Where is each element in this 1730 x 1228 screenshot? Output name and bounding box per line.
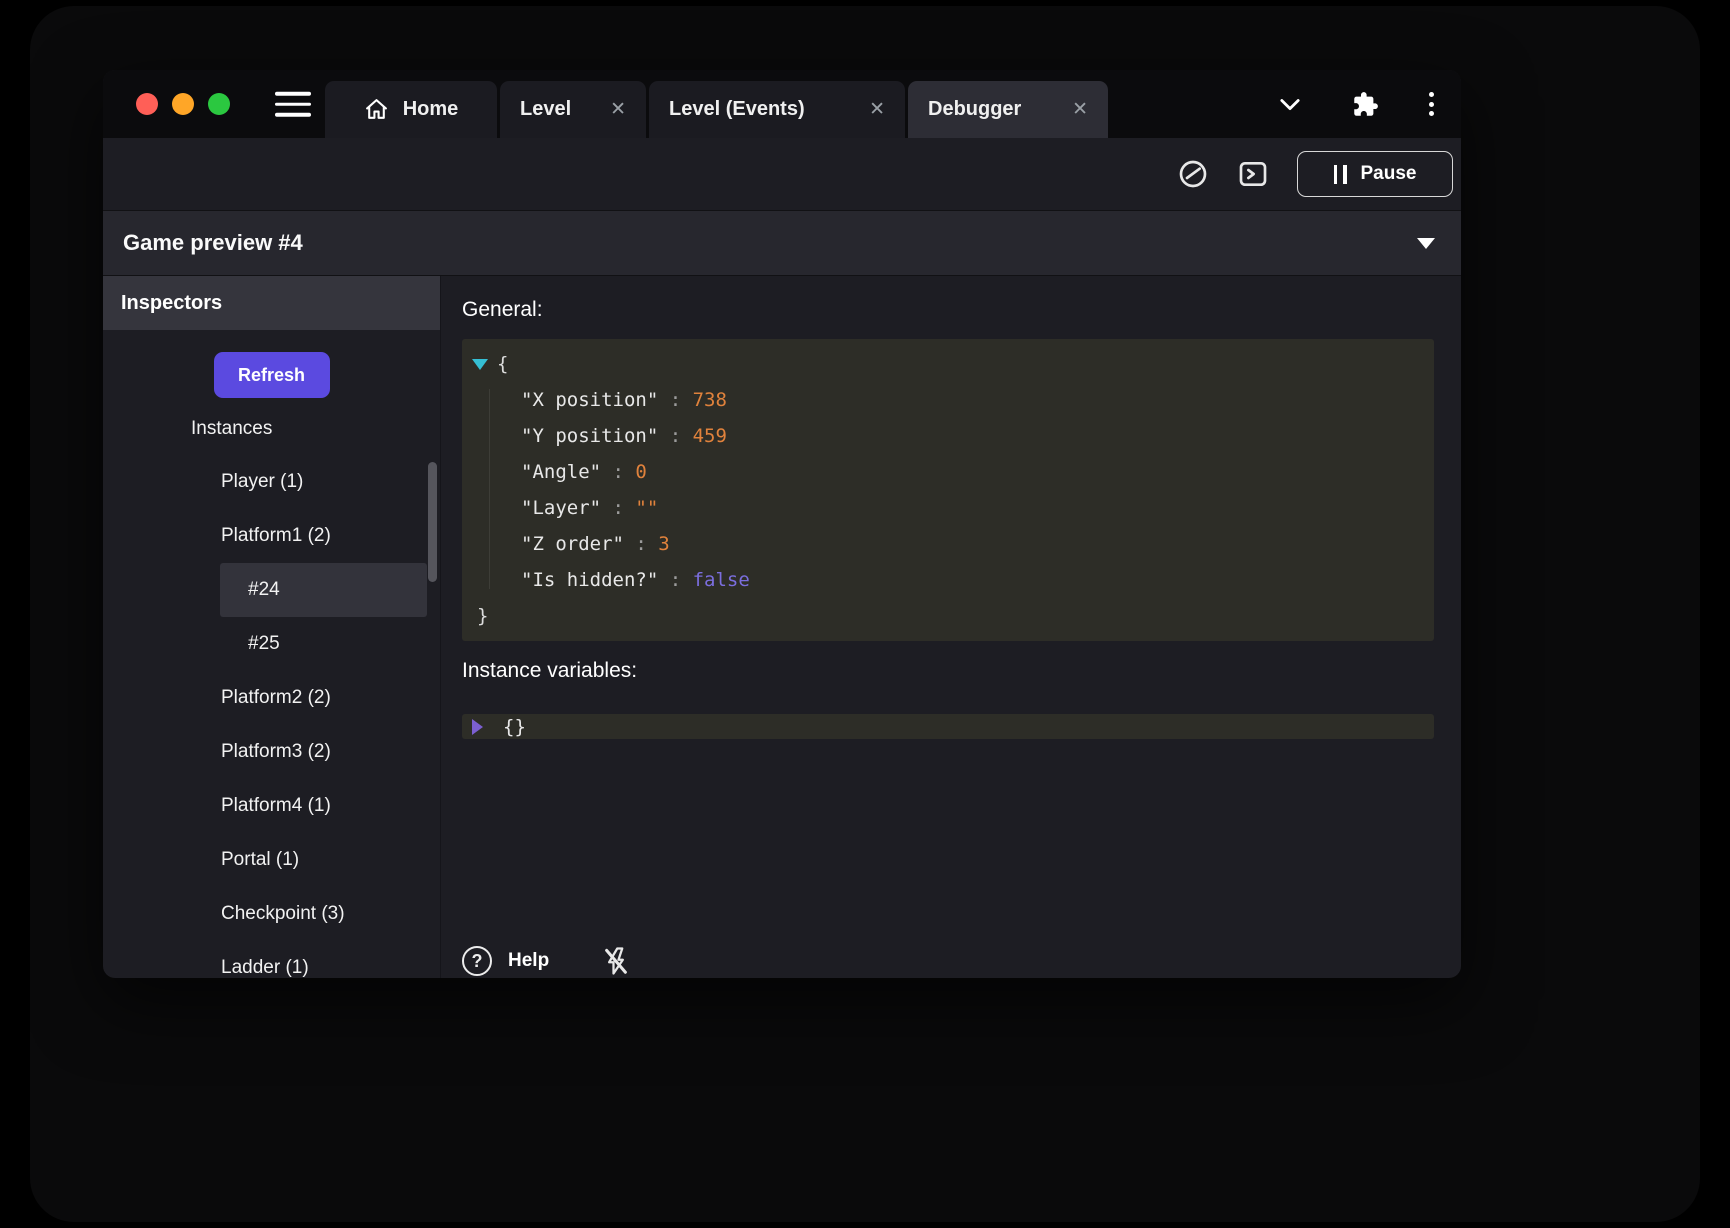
tab-label: Home: [403, 98, 459, 121]
tab-bar: Home Level ✕ Level (Events) ✕ Debugger ✕: [103, 70, 1461, 138]
triangle-down-icon[interactable]: [1417, 238, 1435, 249]
traffic-lights: [136, 93, 230, 115]
pause-bars-icon: [1334, 165, 1347, 184]
tree-item-platform1-2[interactable]: Platform1 (2): [103, 509, 440, 563]
tree-item-platform2-2[interactable]: Platform2 (2): [103, 671, 440, 725]
tree-item-checkpoint-3[interactable]: Checkpoint (3): [103, 887, 440, 941]
inspector-main: General: { "X position" : 738"Y position…: [441, 276, 1461, 978]
tab-debugger[interactable]: Debugger ✕: [908, 81, 1108, 138]
tab-close-icon[interactable]: ✕: [869, 98, 885, 121]
indent-guide: [489, 389, 490, 589]
kebab-menu-icon[interactable]: [1427, 90, 1436, 118]
tabbar-right-icons: [1276, 90, 1436, 118]
question-circle-icon[interactable]: ?: [462, 946, 492, 976]
tree-item-24[interactable]: #24: [220, 563, 427, 617]
pause-label: Pause: [1361, 163, 1417, 185]
menu-icon[interactable]: [275, 92, 311, 117]
instances-tree: Player (1)Platform1 (2)#24#25Platform2 (…: [103, 455, 440, 978]
instance-variables-value: {}: [503, 716, 526, 738]
triangle-down-icon[interactable]: [472, 359, 488, 370]
preview-header[interactable]: Game preview #4: [103, 210, 1461, 276]
tree-item-player-1[interactable]: Player (1): [103, 455, 440, 509]
home-icon: [364, 97, 389, 122]
json-root-row[interactable]: {: [472, 346, 1422, 382]
json-entry: "Layer" : "": [521, 490, 1422, 526]
tab-close-icon[interactable]: ✕: [1072, 98, 1088, 121]
close-brace: }: [472, 598, 1422, 634]
refresh-button[interactable]: Refresh: [214, 352, 330, 398]
tree-item-ladder-1[interactable]: Ladder (1): [103, 941, 440, 978]
tree-item-portal-1[interactable]: Portal (1): [103, 833, 440, 887]
open-brace: {: [497, 346, 508, 382]
inspectors-sidebar: Inspectors Refresh Instances Player (1)P…: [103, 276, 441, 978]
instance-variables-label: Instance variables:: [462, 657, 1434, 685]
triangle-right-icon[interactable]: [472, 719, 483, 735]
terminal-icon[interactable]: [1237, 158, 1269, 190]
tab-level-events[interactable]: Level (Events) ✕: [649, 81, 905, 138]
help-row: ? Help: [462, 944, 1434, 978]
json-entries: "X position" : 738"Y position" : 459"Ang…: [472, 382, 1422, 598]
chevron-down-icon[interactable]: [1276, 90, 1304, 118]
instance-variables-view[interactable]: {}: [462, 714, 1434, 739]
help-label[interactable]: Help: [508, 950, 549, 972]
json-entry: "X position" : 738: [521, 382, 1422, 418]
tab-label: Level: [520, 98, 571, 121]
tab-strip: Home Level ✕ Level (Events) ✕ Debugger ✕: [325, 81, 1108, 138]
sidebar-scrollbar[interactable]: [428, 462, 437, 582]
speedometer-icon[interactable]: [1177, 158, 1209, 190]
tree-item-platform3-2[interactable]: Platform3 (2): [103, 725, 440, 779]
json-entry: "Is hidden?" : false: [521, 562, 1422, 598]
tab-home[interactable]: Home: [325, 81, 497, 138]
general-label: General:: [462, 296, 1434, 324]
debugger-toolbar: Pause: [103, 138, 1461, 210]
inspectors-header: Inspectors: [103, 276, 440, 330]
minimize-window-button[interactable]: [172, 93, 194, 115]
tab-level[interactable]: Level ✕: [500, 81, 646, 138]
app-window: Home Level ✕ Level (Events) ✕ Debugger ✕ Pause…: [103, 70, 1461, 978]
flash-off-icon[interactable]: [601, 944, 631, 978]
close-window-button[interactable]: [136, 93, 158, 115]
preview-title: Game preview #4: [123, 230, 1417, 256]
debugger-content: Inspectors Refresh Instances Player (1)P…: [103, 276, 1461, 978]
maximize-window-button[interactable]: [208, 93, 230, 115]
pause-button[interactable]: Pause: [1297, 151, 1453, 197]
json-entry: "Y position" : 459: [521, 418, 1422, 454]
tab-close-icon[interactable]: ✕: [610, 98, 626, 121]
tab-label: Debugger: [928, 98, 1021, 121]
json-entry: "Z order" : 3: [521, 526, 1422, 562]
tab-label: Level (Events): [669, 98, 805, 121]
json-entry: "Angle" : 0: [521, 454, 1422, 490]
general-json-view: { "X position" : 738"Y position" : 459"A…: [462, 339, 1434, 641]
tree-item-25[interactable]: #25: [103, 617, 440, 671]
tree-item-platform4-1[interactable]: Platform4 (1): [103, 779, 440, 833]
instances-section-label[interactable]: Instances: [103, 418, 440, 440]
puzzle-icon[interactable]: [1352, 91, 1379, 118]
